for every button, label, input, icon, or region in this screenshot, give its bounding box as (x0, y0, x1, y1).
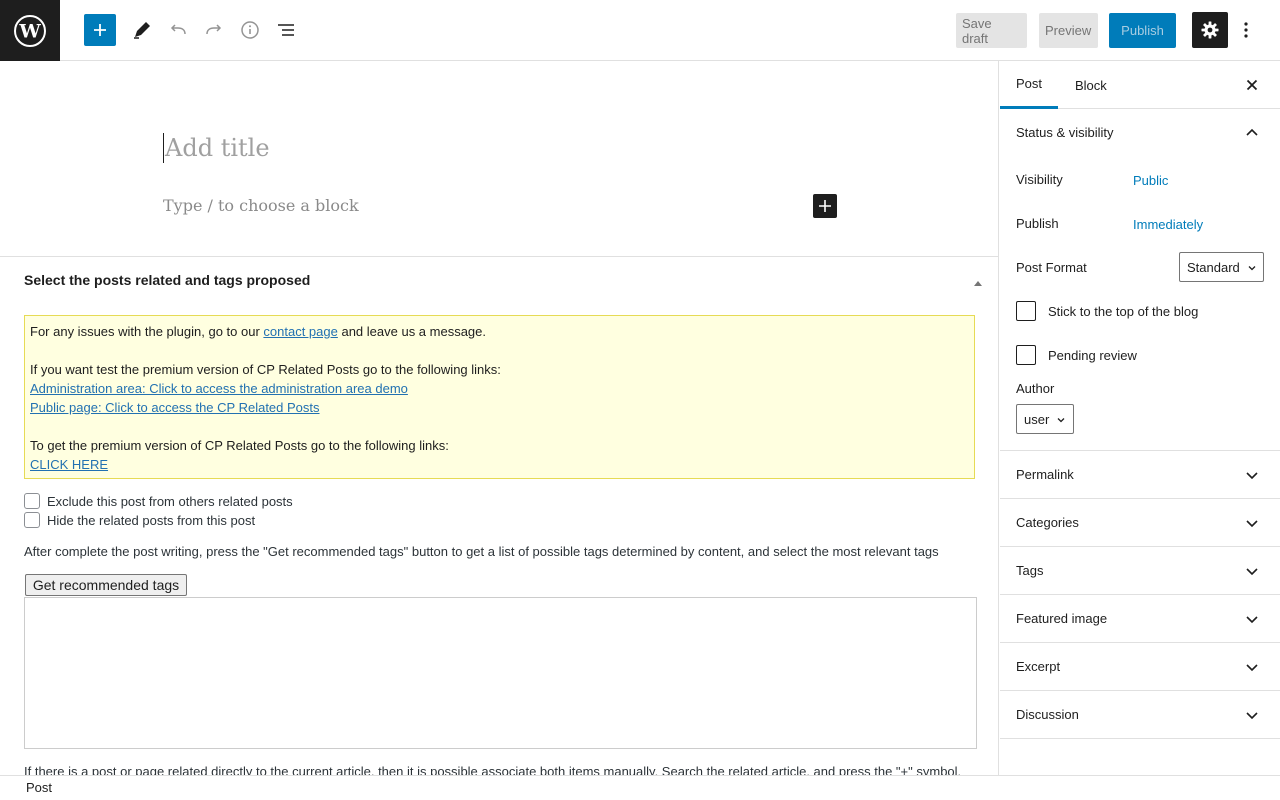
exclude-post-label: Exclude this post from others related po… (47, 493, 293, 509)
publish-button[interactable]: Publish (1109, 13, 1176, 48)
sticky-checkbox[interactable] (1016, 301, 1036, 321)
metabox-title: Select the posts related and tags propos… (24, 272, 311, 288)
editor-header: W Save draft Preview Publish (0, 0, 1280, 61)
close-icon (1246, 79, 1258, 91)
chevron-down-icon (1246, 712, 1258, 720)
pending-review-checkbox[interactable] (1016, 345, 1036, 365)
panel-title: Discussion (1016, 707, 1079, 722)
sidebar-tabs: Post Block (1000, 61, 1280, 109)
author-value: user (1024, 411, 1050, 427)
notice-text: and leave us a message. (337, 324, 487, 339)
block-breadcrumb: Post (0, 775, 1280, 800)
panel-title: Status & visibility (1016, 125, 1114, 140)
panel-title: Tags (1016, 563, 1044, 578)
notice-text: To get the premium version of CP Related… (30, 438, 449, 453)
undo-button[interactable] (162, 12, 194, 48)
chevron-up-icon (1246, 128, 1258, 136)
editor-canvas: Add title Type / to choose a block (0, 61, 999, 256)
excerpt-panel-toggle[interactable]: Excerpt (1000, 643, 1280, 691)
save-draft-button[interactable]: Save draft (956, 13, 1027, 48)
post-format-select[interactable]: Standard (1179, 252, 1264, 282)
publish-date-toggle[interactable]: Immediately (1133, 217, 1203, 232)
wordpress-logo-button[interactable]: W (0, 0, 60, 61)
visibility-label: Visibility (1016, 172, 1063, 187)
metabox-toggle-button[interactable] (972, 275, 984, 290)
chevron-down-icon (1246, 568, 1258, 576)
close-sidebar-button[interactable] (1242, 75, 1262, 95)
exclude-post-checkbox[interactable] (24, 493, 40, 509)
sticky-label: Stick to the top of the blog (1048, 303, 1199, 319)
recommended-tags-area[interactable] (24, 597, 977, 749)
gear-icon (1201, 21, 1219, 39)
hide-related-label: Hide the related posts from this post (47, 512, 256, 528)
pending-review-label: Pending review (1048, 347, 1137, 363)
post-format-value: Standard (1187, 259, 1240, 275)
chevron-down-icon (1246, 616, 1258, 624)
info-icon (241, 21, 259, 39)
exclude-post-option: Exclude this post from others related po… (24, 493, 293, 509)
hide-related-option: Hide the related posts from this post (24, 512, 255, 528)
public-demo-link[interactable]: Public page: Click to access the CP Rela… (30, 400, 320, 415)
manual-association-description: If there is a post or page related direc… (24, 764, 962, 775)
redo-icon (206, 24, 222, 35)
plugin-notice: For any issues with the plugin, go to ou… (24, 315, 975, 479)
chevron-down-icon (1246, 520, 1258, 528)
svg-text:W: W (18, 20, 41, 42)
block-inserter-button[interactable] (84, 14, 116, 46)
contact-page-link[interactable]: contact page (263, 324, 337, 339)
add-block-button[interactable] (813, 194, 837, 218)
status-visibility-panel: Status & visibility Visibility Public Pu… (1000, 109, 1280, 451)
hide-related-checkbox[interactable] (24, 512, 40, 528)
settings-button[interactable] (1192, 12, 1228, 48)
chevron-down-icon (1248, 266, 1256, 271)
visibility-toggle[interactable]: Public (1133, 173, 1168, 188)
discussion-panel-toggle[interactable]: Discussion (1000, 691, 1280, 739)
triangle-up-icon (974, 281, 982, 286)
recommended-tags-description: After complete the post writing, press t… (24, 544, 939, 559)
wordpress-icon: W (14, 14, 46, 47)
preview-button[interactable]: Preview (1039, 13, 1098, 48)
chevron-down-icon (1246, 472, 1258, 480)
publish-label: Publish (1016, 216, 1059, 231)
permalink-panel-toggle[interactable]: Permalink (1000, 451, 1280, 499)
author-label: Author (1016, 381, 1055, 396)
categories-panel-toggle[interactable]: Categories (1000, 499, 1280, 547)
post-title-input[interactable]: Add title (163, 133, 270, 163)
panel-title: Categories (1016, 515, 1079, 530)
admin-demo-link[interactable]: Administration area: Click to access the… (30, 381, 408, 396)
details-button[interactable] (234, 12, 266, 48)
notice-text: For any issues with the plugin, go to ou… (30, 324, 264, 339)
pending-review-option: Pending review (1016, 345, 1137, 365)
related-posts-metabox: Select the posts related and tags propos… (0, 256, 999, 775)
featured-image-panel-toggle[interactable]: Featured image (1000, 595, 1280, 643)
plus-icon (819, 200, 831, 212)
tags-panel-toggle[interactable]: Tags (1000, 547, 1280, 595)
edit-tools-button[interactable] (126, 12, 158, 48)
status-visibility-toggle[interactable]: Status & visibility (1000, 109, 1280, 157)
undo-icon (170, 24, 186, 35)
author-select[interactable]: user (1016, 404, 1074, 434)
panel-title: Excerpt (1016, 659, 1061, 674)
notice-text: If you want test the premium version of … (30, 362, 501, 377)
pencil-icon (134, 22, 150, 39)
list-view-button[interactable] (270, 12, 302, 48)
default-block-appender[interactable]: Type / to choose a block (163, 196, 359, 215)
get-recommended-tags-button[interactable]: Get recommended tags (25, 574, 187, 596)
post-format-label: Post Format (1016, 260, 1087, 275)
panel-title: Permalink (1016, 467, 1074, 482)
click-here-link[interactable]: CLICK HERE (30, 457, 108, 472)
chevron-down-icon (1246, 664, 1258, 672)
settings-sidebar: Post Block Status & visibility Visibilit… (1000, 61, 1280, 775)
chevron-down-icon (1057, 418, 1065, 423)
options-menu-button[interactable] (1232, 12, 1260, 48)
tab-post[interactable]: Post (1000, 61, 1059, 109)
more-vertical-icon (1244, 22, 1248, 38)
plus-icon (94, 24, 106, 36)
list-view-icon (278, 24, 294, 36)
redo-button[interactable] (198, 12, 230, 48)
tab-block[interactable]: Block (1059, 61, 1123, 109)
breadcrumb-item[interactable]: Post (26, 780, 52, 795)
sticky-option: Stick to the top of the blog (1016, 301, 1198, 321)
panel-title: Featured image (1016, 611, 1108, 626)
